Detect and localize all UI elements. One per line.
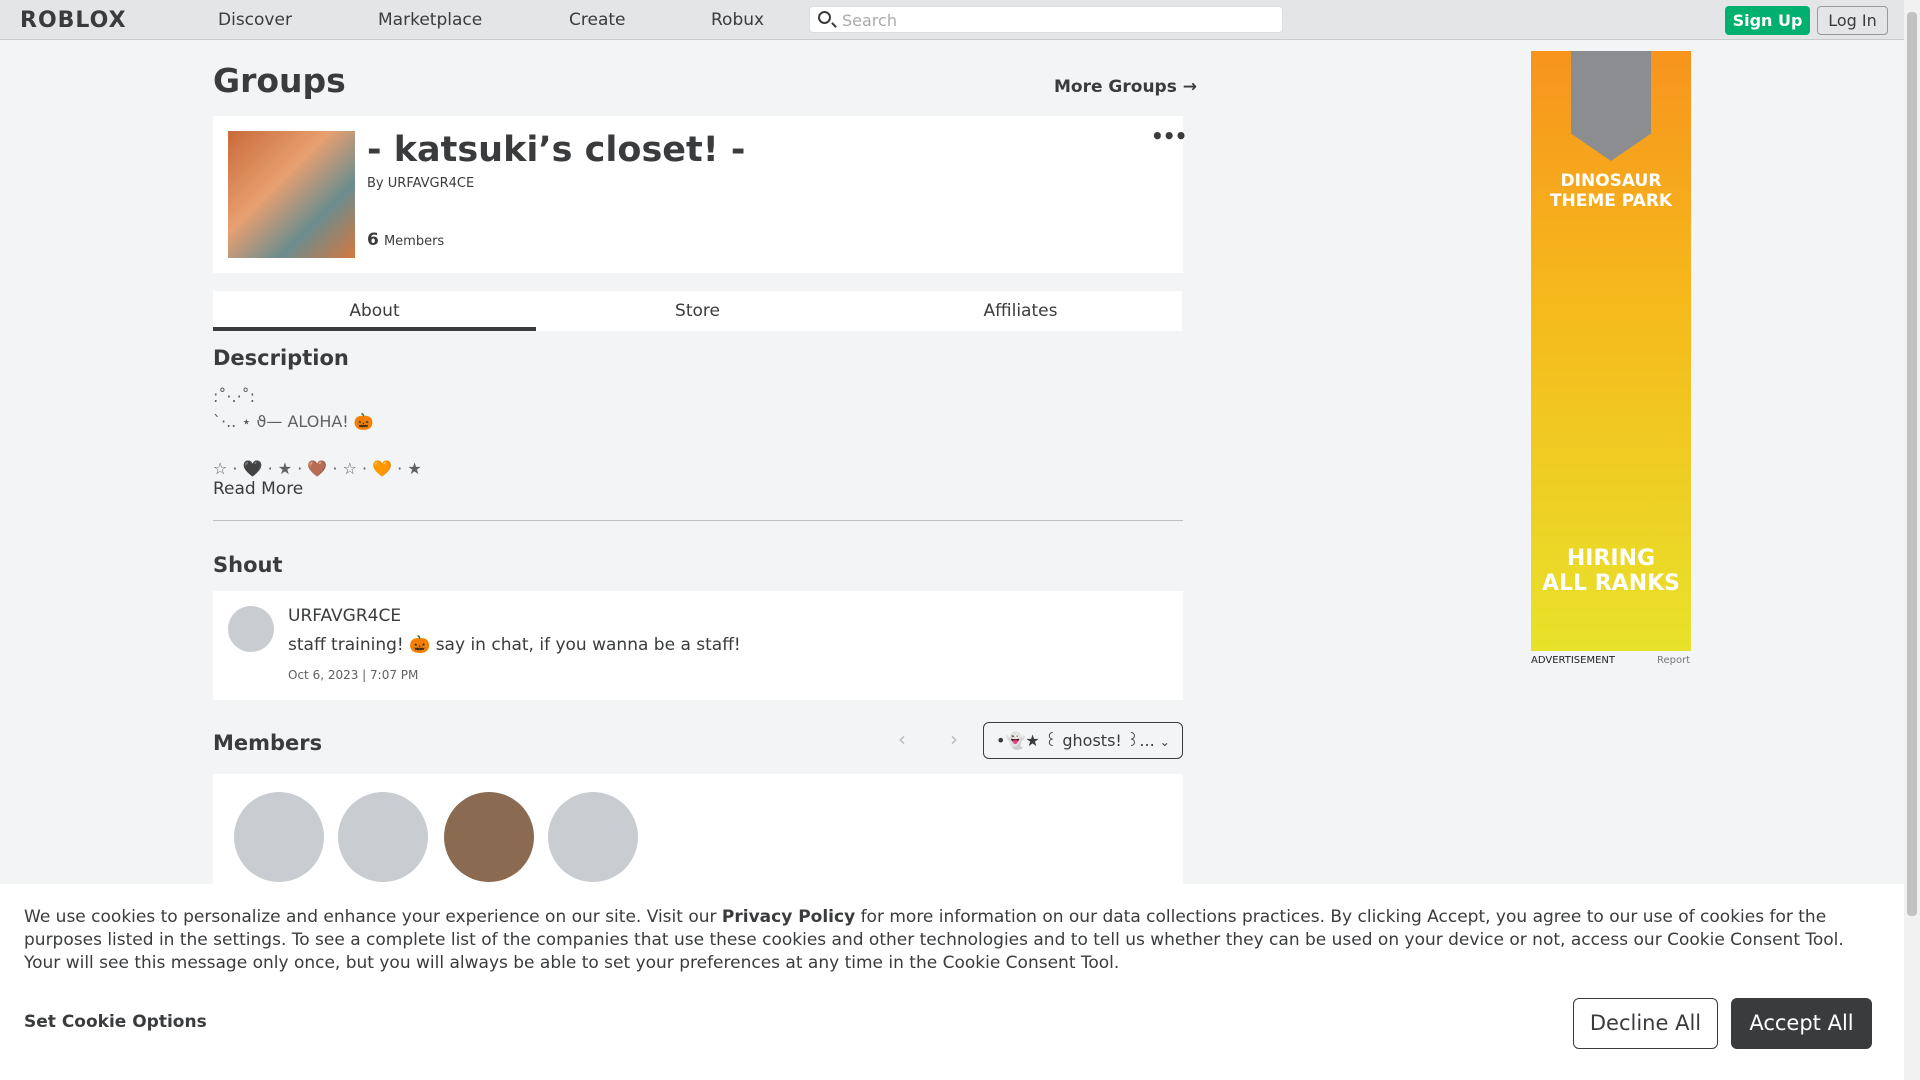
scrollbar-thumb[interactable] (1907, 12, 1917, 916)
group-header-card: - katsuki’s closet! - By URFAVGR4CE 6 Me… (213, 116, 1187, 273)
roblox-logo[interactable]: ROBLOX (20, 8, 127, 33)
member-avatar[interactable] (548, 792, 638, 882)
member-avatar[interactable] (444, 792, 534, 882)
members-card (213, 774, 1183, 894)
next-page-icon[interactable]: › (950, 727, 958, 751)
sign-up-button[interactable]: Sign Up (1725, 6, 1810, 35)
owner-link[interactable]: URFAVGR4CE (388, 176, 474, 191)
shout-author[interactable]: URFAVGR4CE (288, 606, 401, 626)
search-icon (818, 11, 831, 24)
nav-marketplace[interactable]: Marketplace (378, 10, 482, 30)
member-avatar[interactable] (234, 792, 324, 882)
ad-label: ADVERTISEMENT (1531, 655, 1616, 666)
group-emblem (228, 131, 355, 258)
shout-date: Oct 6, 2023 | 7:07 PM (288, 668, 419, 682)
privacy-policy-link[interactable]: Privacy Policy (722, 907, 855, 927)
ellipsis-icon[interactable]: ••• (1151, 124, 1187, 148)
nav-create[interactable]: Create (569, 10, 626, 30)
by-label: By (367, 176, 384, 191)
description-text: :˚·.·˚: `·.. ⋆ ϑ— ALOHA! 🎃 ☆ · 🖤 · ★ · 🤎… (213, 387, 422, 478)
shout-message: staff training! 🎃 say in chat, if you wa… (288, 635, 741, 655)
log-in-button[interactable]: Log In (1817, 6, 1888, 35)
top-nav: ROBLOX Discover Marketplace Create Robux… (0, 0, 1904, 40)
search-placeholder: Search (842, 11, 897, 30)
members-heading: Members (213, 731, 323, 755)
accept-all-button[interactable]: Accept All (1731, 998, 1872, 1049)
tab-store[interactable]: Store (536, 291, 859, 331)
chevron-down-icon: ⌄ (1159, 735, 1170, 749)
search-input[interactable]: Search (809, 6, 1283, 33)
shield-icon (1571, 51, 1651, 161)
description-heading: Description (213, 346, 349, 370)
shout-heading: Shout (213, 553, 283, 577)
page-title: Groups (213, 61, 346, 100)
set-cookie-options-link[interactable]: Set Cookie Options (24, 1012, 207, 1032)
prev-page-icon[interactable]: ‹ (898, 727, 906, 751)
member-avatar[interactable] (338, 792, 428, 882)
nav-robux[interactable]: Robux (711, 10, 764, 30)
role-select[interactable]: •👻★ ꒰ ghosts! ꒱... ⌄ (983, 722, 1183, 759)
cookie-banner: We use cookies to personalize and enhanc… (0, 884, 1904, 1080)
nav-discover[interactable]: Discover (218, 10, 292, 30)
members-label: Members (383, 234, 445, 249)
advertisement-banner[interactable]: DINOSAUR THEME PARK HIRING ALL RANKS (1531, 51, 1691, 651)
tab-about[interactable]: About (213, 291, 536, 331)
cookie-text: We use cookies to personalize and enhanc… (24, 907, 1844, 973)
read-more-link[interactable]: Read More (213, 479, 303, 499)
ad-headline: DINOSAUR THEME PARK (1549, 171, 1673, 211)
member-count: 6 (367, 230, 379, 250)
ad-report-link[interactable]: Report (1657, 655, 1690, 666)
ad-tagline: HIRING ALL RANKS (1542, 546, 1680, 596)
shout-card: URFAVGR4CE staff training! 🎃 say in chat… (213, 591, 1183, 700)
group-name: - katsuki’s closet! - (367, 130, 746, 170)
decline-all-button[interactable]: Decline All (1573, 998, 1718, 1049)
more-groups-link[interactable]: More Groups → (1054, 77, 1197, 97)
divider (213, 520, 1183, 521)
tab-affiliates[interactable]: Affiliates (859, 291, 1182, 331)
shout-avatar[interactable] (228, 606, 274, 652)
